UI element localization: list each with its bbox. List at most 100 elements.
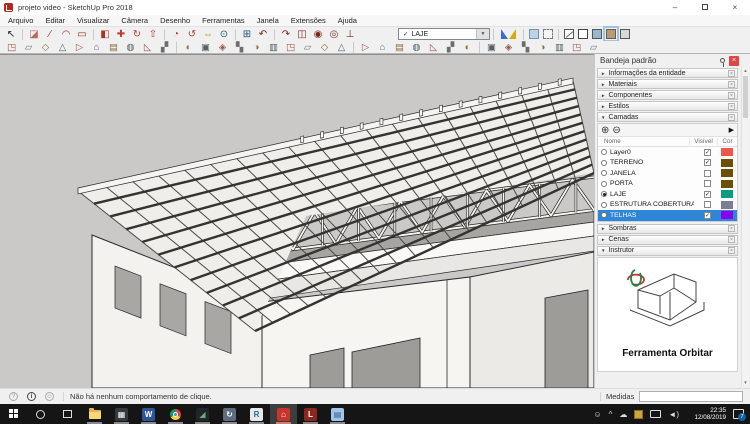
- move-tool-icon[interactable]: ✚: [115, 28, 128, 41]
- plugin-tool-icon[interactable]: ◍: [124, 41, 137, 54]
- plugin-tool-icon[interactable]: △: [56, 41, 69, 54]
- layer-color-chip[interactable]: [721, 169, 733, 178]
- layer-visible-checkbox[interactable]: [704, 201, 711, 209]
- layer-visible-checkbox[interactable]: ✓: [704, 159, 711, 167]
- plugin-tool-icon[interactable]: ◇: [318, 41, 331, 54]
- layer-color-chip[interactable]: [721, 211, 733, 220]
- wireframe-style-icon[interactable]: [564, 29, 574, 39]
- section-close-button[interactable]: ×: [728, 80, 735, 88]
- plugin-tool-icon[interactable]: ▥: [267, 41, 280, 54]
- section-close-button[interactable]: ×: [728, 225, 735, 232]
- plugin-tool-icon[interactable]: ◺: [141, 41, 154, 54]
- section-close-button[interactable]: ×: [728, 247, 735, 254]
- plugin-tool-icon[interactable]: ▣: [199, 41, 212, 54]
- offset-tool-icon[interactable]: ◔: [170, 28, 183, 41]
- section-close-button[interactable]: ×: [728, 236, 735, 243]
- pan-tool-icon[interactable]: ⇔: [202, 28, 215, 41]
- eraser-tool-icon[interactable]: ◪: [28, 28, 41, 41]
- plugin-tool-icon[interactable]: ◈: [502, 41, 515, 54]
- hidden-line-style-icon[interactable]: [578, 29, 588, 39]
- 3d-viewport[interactable]: [0, 54, 596, 389]
- menu-item-desenho[interactable]: Desenho: [154, 15, 196, 27]
- speaker-icon[interactable]: ◄): [668, 410, 679, 419]
- layer-visible-checkbox[interactable]: ✓: [704, 211, 711, 219]
- layer-color-chip[interactable]: [721, 158, 733, 167]
- plugin-tool-icon[interactable]: ▤: [107, 41, 120, 54]
- plugin-tool-icon[interactable]: ▚: [519, 41, 532, 54]
- plugin-tool-icon[interactable]: ◺: [427, 41, 440, 54]
- layer-visible-checkbox[interactable]: [704, 180, 711, 188]
- next-view-icon[interactable]: ↷: [280, 28, 293, 41]
- line-tool-icon[interactable]: ∕: [44, 28, 57, 41]
- task-view-button[interactable]: [54, 404, 81, 424]
- zoom-extents-tool-icon[interactable]: ⊞: [241, 28, 254, 41]
- plugin-tool-icon[interactable]: ◑: [536, 41, 549, 54]
- plugin-tool-icon[interactable]: ◳: [5, 41, 18, 54]
- plugin-tool-icon[interactable]: ▱: [587, 41, 600, 54]
- layer-row[interactable]: JANELA: [598, 168, 737, 179]
- scroll-down-icon[interactable]: ▼: [742, 380, 749, 385]
- tray-scrollbar[interactable]: ▲ ▼: [741, 67, 749, 386]
- monochrome-style-icon[interactable]: [620, 29, 630, 39]
- notes-icon[interactable]: ▤: [324, 404, 351, 424]
- layer-row[interactable]: LAJE ✓: [598, 189, 737, 200]
- arc-tool-icon[interactable]: ◠: [60, 28, 73, 41]
- look-around-icon[interactable]: ◎: [328, 28, 341, 41]
- layer-details-button[interactable]: ▶: [729, 126, 734, 134]
- select-tool-icon[interactable]: ↖: [5, 28, 18, 41]
- menu-item-ferramentas[interactable]: Ferramentas: [196, 15, 251, 27]
- plugin-tool-icon[interactable]: ◳: [570, 41, 583, 54]
- plugin-tool-icon[interactable]: ◇: [39, 41, 52, 54]
- layout-icon[interactable]: L: [297, 404, 324, 424]
- layer-radio[interactable]: [601, 201, 607, 208]
- xray-style-icon[interactable]: [529, 29, 539, 39]
- plugin-tool-icon[interactable]: ◑: [250, 41, 263, 54]
- measurements-input[interactable]: [639, 391, 744, 402]
- layer-radio[interactable]: [601, 212, 607, 219]
- menu-item-visualizar[interactable]: Visualizar: [71, 15, 115, 27]
- calculator-icon[interactable]: ▦: [108, 404, 135, 424]
- tray-section-informaesdaentidade[interactable]: ► Informações da entidade ×: [597, 68, 738, 78]
- plugin-tool-icon[interactable]: ▣: [485, 41, 498, 54]
- hidden-icons-chevron[interactable]: ^: [609, 410, 613, 419]
- paint-bucket-tool-icon[interactable]: ◧: [99, 28, 112, 41]
- shaded-style-icon[interactable]: [592, 29, 602, 39]
- menu-item-arquivo[interactable]: Arquivo: [2, 15, 39, 27]
- menu-item-cmera[interactable]: Câmera: [115, 15, 154, 27]
- maximize-button[interactable]: [690, 0, 720, 15]
- layer-radio[interactable]: [601, 149, 607, 156]
- plugin-tool-icon[interactable]: ▥: [553, 41, 566, 54]
- rstudio-icon[interactable]: R: [243, 404, 270, 424]
- plugin-tool-icon[interactable]: ▷: [73, 41, 86, 54]
- layer-color-chip[interactable]: [721, 200, 733, 209]
- tray-section-sombras[interactable]: ► Sombras ×: [597, 223, 738, 234]
- plugin-tool-icon[interactable]: ◈: [216, 41, 229, 54]
- tray-section-instrutor[interactable]: ▼ Instrutor ×: [597, 245, 738, 256]
- chevron-down-icon[interactable]: ▼: [476, 29, 489, 39]
- plugin-tool-icon[interactable]: ◐: [182, 41, 195, 54]
- sketchup-icon[interactable]: ⌂: [270, 404, 297, 424]
- file-explorer-icon[interactable]: [81, 404, 108, 424]
- menu-item-janela[interactable]: Janela: [251, 15, 285, 27]
- tray-section-estilos[interactable]: ► Estilos ×: [597, 101, 738, 111]
- action-center-icon[interactable]: 7: [733, 409, 746, 421]
- layer-visible-checkbox[interactable]: ✓: [704, 190, 711, 198]
- layer-color-chip[interactable]: [721, 190, 733, 199]
- remove-layer-button[interactable]: ⊖: [612, 125, 620, 136]
- menu-item-ajuda[interactable]: Ajuda: [332, 15, 363, 27]
- layer-radio[interactable]: [601, 191, 607, 198]
- tray-close-button[interactable]: ×: [729, 55, 739, 66]
- tray-app-icon[interactable]: [634, 409, 644, 419]
- scrollbar-thumb[interactable]: [743, 76, 748, 118]
- plugin-tool-icon[interactable]: ▤: [393, 41, 406, 54]
- plugin-tool-icon[interactable]: ▞: [444, 41, 457, 54]
- menu-item-editar[interactable]: Editar: [39, 15, 71, 27]
- orbit-tool-icon[interactable]: ↺: [186, 28, 199, 41]
- start-button[interactable]: [0, 404, 27, 424]
- tray-section-materiais[interactable]: ► Materiais ×: [597, 79, 738, 89]
- section-close-button[interactable]: ×: [728, 69, 735, 77]
- plugin-tool-icon[interactable]: ▚: [233, 41, 246, 54]
- layer-row[interactable]: Layer0 ✓: [598, 147, 737, 158]
- layer-radio[interactable]: [601, 180, 607, 187]
- add-layer-button[interactable]: ⊕: [601, 125, 609, 136]
